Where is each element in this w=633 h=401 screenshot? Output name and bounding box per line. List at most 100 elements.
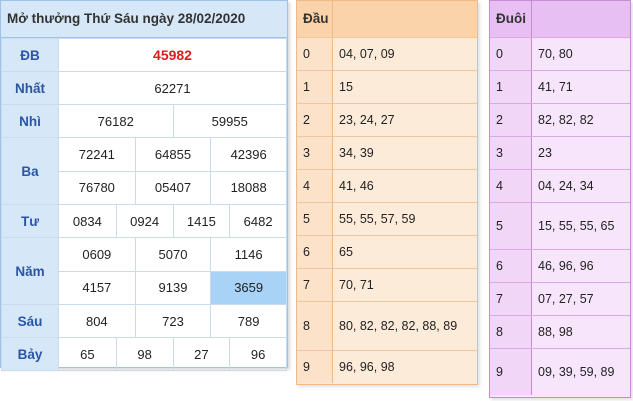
dau-row: 0 04, 07, 09 xyxy=(297,37,477,70)
duoi-title: Đuôi xyxy=(490,1,532,37)
prize-row-ba: Ba 72241 64855 42396 xyxy=(1,137,287,205)
prize-row-bay: Bảy 65 98 27 96 xyxy=(1,337,287,371)
prize-nam-value: 1146 xyxy=(210,238,286,271)
prize-row-sau: Sáu 804 723 789 xyxy=(1,304,287,338)
dau-row: 1 15 xyxy=(297,70,477,103)
duoi-key: 7 xyxy=(490,283,532,315)
duoi-row: 8 88, 98 xyxy=(490,315,630,348)
dau-value: 70, 71 xyxy=(339,278,374,292)
prize-nam-value: 4157 xyxy=(82,280,112,296)
duoi-key: 4 xyxy=(490,170,532,202)
prize-label-bay: Bảy xyxy=(1,337,59,371)
prize-label-nam: Năm xyxy=(1,237,59,305)
duoi-key: 5 xyxy=(490,203,532,249)
duoi-row: 5 15, 55, 55, 65 xyxy=(490,202,630,249)
dau-value: 41, 46 xyxy=(339,179,374,193)
duoi-value: 07, 27, 57 xyxy=(538,292,594,306)
dau-row: 9 96, 96, 98 xyxy=(297,350,477,383)
duoi-key: 6 xyxy=(490,250,532,282)
prize-tu-value: 0924 xyxy=(115,205,173,237)
prize-ba-value: 72241 xyxy=(78,146,115,162)
prize-sau-value: 789 xyxy=(210,305,286,337)
duoi-value: 09, 39, 59, 89 xyxy=(538,365,615,379)
prize-row-nam: Năm 0609 5070 1146 xyxy=(1,237,287,305)
duoi-row: 2 82, 82, 82 xyxy=(490,103,630,136)
dau-key: 7 xyxy=(297,269,333,301)
prize-table: ĐB 45982 Nhất 62271 Nhì 76182 59955 Ba 7… xyxy=(1,38,287,371)
dau-row: 8 80, 82, 82, 82, 88, 89 xyxy=(297,301,477,350)
duoi-value: 82, 82, 82 xyxy=(538,113,594,127)
duoi-row: 0 70, 80 xyxy=(490,37,630,70)
duoi-table: Đuôi 0 70, 80 1 41, 71 2 82, 82, 82 3 23 4 04… xyxy=(489,0,631,398)
dau-key: 5 xyxy=(297,203,333,235)
prize-ba-value: 18088 xyxy=(210,171,286,204)
duoi-row: 9 09, 39, 59, 89 xyxy=(490,348,630,395)
duoi-value: 23 xyxy=(538,146,552,160)
dau-key: 4 xyxy=(297,170,333,202)
prize-nam-value: 0609 xyxy=(82,246,112,262)
prize-tu-value: 0834 xyxy=(72,213,102,229)
duoi-value: 15, 55, 55, 65 xyxy=(538,219,615,233)
dau-key: 1 xyxy=(297,71,333,103)
duoi-row: 1 41, 71 xyxy=(490,70,630,103)
prize-sau-value: 804 xyxy=(85,313,108,329)
prize-nhi-value: 59955 xyxy=(172,105,287,137)
dau-value: 96, 96, 98 xyxy=(339,360,395,374)
prize-ba-value: 42396 xyxy=(210,138,286,171)
dau-key: 0 xyxy=(297,38,333,70)
duoi-row: 7 07, 27, 57 xyxy=(490,282,630,315)
lottery-result-table: Mở thưởng Thứ Sáu ngày 28/02/2020 ĐB 459… xyxy=(0,0,288,371)
prize-row-nhi: Nhì 76182 59955 xyxy=(1,104,287,138)
prize-db-value: 45982 xyxy=(58,38,287,72)
prize-label-tu: Tư xyxy=(1,204,59,238)
prize-ba-value: 64855 xyxy=(134,138,211,171)
dau-value: 80, 82, 82, 82, 88, 89 xyxy=(339,319,458,333)
prize-bay-value: 27 xyxy=(172,338,230,370)
dau-row: 2 23, 24, 27 xyxy=(297,103,477,136)
duoi-key: 1 xyxy=(490,71,532,103)
prize-label-nhat: Nhất xyxy=(1,71,59,105)
prize-row-nhat: Nhất 62271 xyxy=(1,71,287,105)
prize-bay-value: 96 xyxy=(229,338,286,370)
prize-label-ba: Ba xyxy=(1,137,59,205)
dau-value: 04, 07, 09 xyxy=(339,47,395,61)
dau-title: Đầu xyxy=(297,1,333,37)
dau-value: 34, 39 xyxy=(339,146,374,160)
duoi-key: 3 xyxy=(490,137,532,169)
prize-ba-value: 76780 xyxy=(78,180,115,196)
prize-nam-value-highlighted: 3659 xyxy=(210,271,286,304)
result-title: Mở thưởng Thứ Sáu ngày 28/02/2020 xyxy=(1,1,287,38)
prize-tu-value: 1415 xyxy=(172,205,230,237)
duoi-key: 8 xyxy=(490,316,532,348)
prize-row-db: ĐB 45982 xyxy=(1,38,287,72)
dau-value: 23, 24, 27 xyxy=(339,113,395,127)
dau-row: 5 55, 55, 57, 59 xyxy=(297,202,477,235)
dau-key: 6 xyxy=(297,236,333,268)
prize-label-sau: Sáu xyxy=(1,304,59,338)
prize-nhat-value: 62271 xyxy=(58,71,287,105)
dau-key: 3 xyxy=(297,137,333,169)
dau-key: 9 xyxy=(297,351,333,383)
duoi-row: 4 04, 24, 34 xyxy=(490,169,630,202)
prize-row-tu: Tư 0834 0924 1415 6482 xyxy=(1,204,287,238)
prize-nam-value: 9139 xyxy=(134,271,211,304)
prize-label-db: ĐB xyxy=(1,38,59,72)
dau-value: 15 xyxy=(339,80,353,94)
prize-nhi-value: 76182 xyxy=(97,113,134,129)
duoi-row: 3 23 xyxy=(490,136,630,169)
dau-row: 4 41, 46 xyxy=(297,169,477,202)
prize-nam-value: 5070 xyxy=(134,238,211,271)
duoi-value: 04, 24, 34 xyxy=(538,179,594,193)
dau-row: 3 34, 39 xyxy=(297,136,477,169)
dau-row: 6 65 xyxy=(297,235,477,268)
dau-row: 7 70, 71 xyxy=(297,268,477,301)
duoi-key: 0 xyxy=(490,38,532,70)
dau-value: 55, 55, 57, 59 xyxy=(339,212,416,226)
dau-key: 8 xyxy=(297,302,333,350)
duoi-value: 88, 98 xyxy=(538,325,573,339)
dau-key: 2 xyxy=(297,104,333,136)
dau-value: 65 xyxy=(339,245,353,259)
prize-sau-value: 723 xyxy=(134,305,211,337)
dau-table: Đầu 0 04, 07, 09 1 15 2 23, 24, 27 3 34, 39 … xyxy=(296,0,478,385)
prize-label-nhi: Nhì xyxy=(1,104,59,138)
